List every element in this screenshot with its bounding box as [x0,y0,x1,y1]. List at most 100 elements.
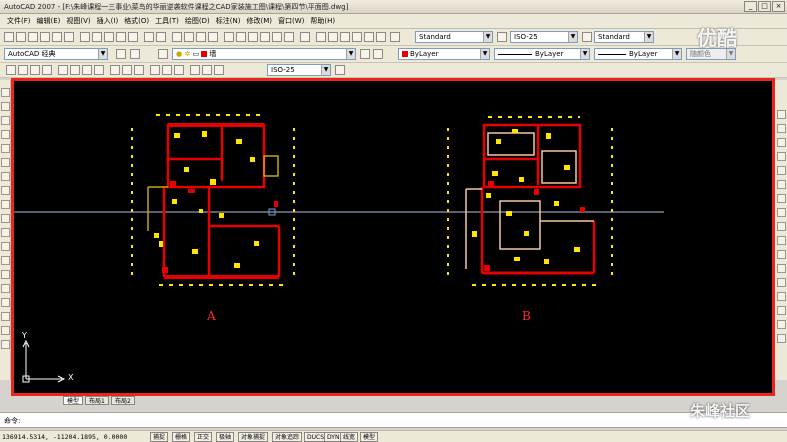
trim-icon[interactable] [777,236,786,245]
workspace-select[interactable]: AutoCAD 经典 ▼ [4,48,108,60]
copy-object-icon[interactable] [777,124,786,133]
hatch-icon[interactable] [1,284,10,293]
erase-icon[interactable] [777,110,786,119]
layer-properties-icon[interactable] [158,49,168,59]
break-at-point-icon[interactable] [777,264,786,273]
dim-style-icon[interactable] [497,32,507,42]
lineweight-toggle[interactable]: 线宽 [340,432,359,442]
preview-icon[interactable] [52,32,62,42]
construction-line-icon[interactable] [1,102,10,111]
ortho-toggle[interactable]: 正交 [194,432,213,442]
minimize-button[interactable]: _ [744,1,757,12]
region-draw-icon[interactable] [1,312,10,321]
workspace-settings-icon[interactable] [116,49,126,59]
locate-point-icon[interactable] [364,32,374,42]
break-icon[interactable] [777,278,786,287]
radius-dim-icon[interactable] [58,65,68,75]
id-point-icon[interactable] [376,32,386,42]
tolerance-icon[interactable] [162,65,172,75]
stretch-icon[interactable] [777,222,786,231]
dim-text-edit-icon[interactable] [202,65,212,75]
arc-length-icon[interactable] [30,65,40,75]
baseline-dim-icon[interactable] [122,65,132,75]
menu-help[interactable]: 帮助(H) [307,16,338,26]
qleader-icon[interactable] [150,65,160,75]
workspace-save-icon[interactable] [130,49,140,59]
properties-icon[interactable] [224,32,234,42]
rectangle-icon[interactable] [1,144,10,153]
menu-edit[interactable]: 编辑(E) [34,16,64,26]
table-style-icon[interactable] [582,32,592,42]
make-current-layer-icon[interactable] [360,49,370,59]
block-editor-icon[interactable] [128,32,138,42]
save-icon[interactable] [28,32,38,42]
command-line[interactable]: 命令: [0,412,787,428]
dim-edit-icon[interactable] [190,65,200,75]
chamfer-icon[interactable] [777,306,786,315]
distance-icon[interactable] [316,32,326,42]
region-icon[interactable] [340,32,350,42]
pan-icon[interactable] [172,32,182,42]
quick-dim-icon[interactable] [110,65,120,75]
array-icon[interactable] [777,166,786,175]
table-icon[interactable] [1,326,10,335]
paste-icon[interactable] [104,32,114,42]
dimension-style-icon[interactable] [335,65,345,75]
offset-icon[interactable] [777,152,786,161]
center-mark-icon[interactable] [174,65,184,75]
copy-icon[interactable] [92,32,102,42]
continue-dim-icon[interactable] [134,65,144,75]
layer-previous-icon[interactable] [373,49,383,59]
revision-cloud-icon[interactable] [1,186,10,195]
mirror-icon[interactable] [777,138,786,147]
rotate-icon[interactable] [777,194,786,203]
close-button[interactable]: × [772,1,785,12]
extend-icon[interactable] [777,250,786,259]
ordinate-dim-icon[interactable] [42,65,52,75]
menu-insert[interactable]: 插入(I) [94,16,122,26]
markup-icon[interactable] [272,32,282,42]
zoom-realtime-icon[interactable] [184,32,194,42]
quickcalc-icon[interactable] [284,32,294,42]
undo-icon[interactable] [144,32,154,42]
otrack-toggle[interactable]: 对象追踪 [272,432,303,442]
move-icon[interactable] [777,180,786,189]
make-block-icon[interactable] [1,256,10,265]
scale-icon[interactable] [777,208,786,217]
ellipse-icon[interactable] [1,214,10,223]
list-icon[interactable] [352,32,362,42]
color-select[interactable]: ByLayer ▼ [398,48,490,60]
circle-icon[interactable] [1,172,10,181]
layer-select[interactable]: ● ✲ ▭ 墙 ▼ [172,48,356,60]
menu-dimension[interactable]: 标注(N) [213,16,244,26]
zoom-window-icon[interactable] [196,32,206,42]
fillet-icon[interactable] [777,320,786,329]
arc-icon[interactable] [1,158,10,167]
match-properties-icon[interactable] [116,32,126,42]
dim-update-icon[interactable] [214,65,224,75]
polygon-icon[interactable] [1,130,10,139]
maximize-button[interactable]: □ [758,1,771,12]
multiline-text-icon[interactable] [1,340,10,349]
linetype-select[interactable]: ByLayer ▼ [494,48,590,60]
tab-layout2[interactable]: 布局2 [111,396,135,405]
tool-palettes-icon[interactable] [248,32,258,42]
aligned-dim-icon[interactable] [18,65,28,75]
open-icon[interactable] [16,32,26,42]
menu-file[interactable]: 文件(F) [4,16,34,26]
dim-style-select[interactable]: ISO-25 ▼ [510,31,578,43]
diameter-dim-icon[interactable] [82,65,92,75]
menu-window[interactable]: 窗口(W) [275,16,307,26]
publish-icon[interactable] [64,32,74,42]
gradient-icon[interactable] [1,298,10,307]
model-toggle[interactable]: 模型 [360,432,379,442]
polar-toggle[interactable]: 极轴 [216,432,235,442]
menu-tools[interactable]: 工具(T) [152,16,182,26]
osnap-toggle[interactable]: 对象捕捉 [238,432,269,442]
sheet-set-icon[interactable] [260,32,270,42]
snap-toggle[interactable]: 捕捉 [150,432,169,442]
join-icon[interactable] [777,292,786,301]
design-center-icon[interactable] [236,32,246,42]
print-icon[interactable] [40,32,50,42]
linear-dim-icon[interactable] [6,65,16,75]
